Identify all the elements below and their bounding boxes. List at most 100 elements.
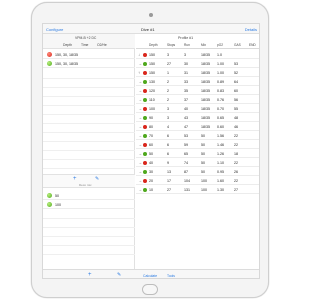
- plan-text: 150, 30, 18/35: [55, 52, 78, 57]
- divider: [43, 245, 135, 246]
- profile-row: → 60 6 59 50 1.46 22: [136, 140, 259, 149]
- delete-icon[interactable]: [47, 52, 52, 57]
- cell-run: 87: [184, 169, 188, 174]
- edit-icon[interactable]: ✎: [117, 272, 121, 278]
- direction-arrow-icon: →: [138, 178, 142, 184]
- divider: [43, 78, 135, 79]
- profile-row: → 50 6 65 50 1.26 18: [136, 149, 259, 158]
- cell-mix: 18/35: [201, 97, 210, 102]
- gas-text: 100: [55, 202, 61, 207]
- calculate-button[interactable]: Calculate: [143, 274, 157, 278]
- gas-column-header: O2/He: [97, 43, 107, 47]
- cell-mix: 18/35: [201, 70, 210, 75]
- cell-gas: 60: [234, 88, 238, 93]
- direction-arrow-icon: →: [138, 115, 142, 121]
- gas-toolbar: + ✎ Deco mix: [43, 174, 135, 188]
- cell-gas: 48: [234, 115, 238, 120]
- profile-row: → 80 4 47 18/35 0.60 46: [136, 122, 259, 131]
- cell-mix: 50: [201, 133, 205, 138]
- profile-row: → 40 9 74 50 1.10 22: [136, 158, 259, 167]
- status-dot-icon: [143, 70, 147, 75]
- tools-button[interactable]: Tools: [167, 274, 175, 278]
- plus-icon[interactable]: +: [73, 176, 77, 182]
- column-header: Stops: [167, 43, 176, 47]
- gas-icon[interactable]: [47, 193, 52, 198]
- cell-mix: 100: [201, 178, 207, 183]
- cell-gas: 22: [234, 142, 238, 147]
- cell-mix: 18/35: [201, 79, 210, 84]
- direction-arrow-icon: ↓: [138, 52, 140, 58]
- plan-row[interactable]: 150, 30, 18/35: [43, 50, 135, 59]
- divider: [43, 123, 135, 124]
- cell-depth: 150: [149, 70, 155, 75]
- cell-mix: 18/35: [201, 61, 210, 66]
- cell-mix: 50: [201, 151, 205, 156]
- cell-po2: 1.60: [217, 178, 224, 183]
- cell-run: 53: [184, 133, 188, 138]
- cell-po2: 1.46: [217, 142, 224, 147]
- cell-mix: 50: [201, 142, 205, 147]
- cell-stops: 4: [167, 124, 169, 129]
- profile-row: → 100 3 40 18/35 0.70 55: [136, 104, 259, 113]
- cell-po2: 0.76: [217, 97, 224, 102]
- cell-stops: 6: [167, 142, 169, 147]
- cell-mix: 100: [201, 187, 207, 192]
- plan-text: 150, 30, 18/35: [55, 61, 78, 66]
- cell-run: 3: [184, 52, 186, 57]
- divider: [43, 150, 135, 151]
- cell-po2: 1.30: [217, 187, 224, 192]
- cell-gas: 53: [234, 61, 238, 66]
- status-dot-icon: [143, 97, 147, 102]
- cell-stops: 3: [167, 106, 169, 111]
- cell-run: 40: [184, 106, 188, 111]
- gas-row[interactable]: 50: [43, 191, 135, 200]
- status-dot-icon: [143, 187, 147, 192]
- profile-row: → 130 2 33 18/35 0.89 64: [136, 77, 259, 86]
- direction-arrow-icon: →: [138, 142, 142, 148]
- details-button[interactable]: Details: [245, 27, 257, 32]
- profile-row: ↑ 150 1 31 18/35 1.00 52: [136, 68, 259, 77]
- profile-row: → 20 17 104 100 1.60 22: [136, 176, 259, 185]
- profile-row: ↓ 150 3 3 18/35 1.0: [136, 50, 259, 59]
- cell-stops: 6: [167, 151, 169, 156]
- cell-stops: 2: [167, 79, 169, 84]
- cell-run: 47: [184, 124, 188, 129]
- profile-row: → 70 6 53 50 1.56 22: [136, 131, 259, 140]
- divider: [43, 218, 135, 219]
- cell-depth: 50: [149, 151, 153, 156]
- gas-row[interactable]: 100: [43, 200, 135, 209]
- cell-mix: 18/35: [201, 52, 210, 57]
- cell-gas: 55: [234, 106, 238, 111]
- plan-row[interactable]: 150, 30, 18/35: [43, 59, 135, 68]
- profile-pane: Profile #1 Depth Stops Run Mix pO2 GAS E…: [136, 34, 259, 269]
- status-dot-icon: [143, 88, 147, 93]
- configure-button[interactable]: Configure: [46, 27, 63, 32]
- cell-depth: 150: [149, 52, 155, 57]
- cell-po2: 0.89: [217, 79, 224, 84]
- front-camera: [149, 13, 153, 17]
- status-dot-icon: [143, 52, 147, 57]
- status-dot-icon: [143, 106, 147, 111]
- status-dot-icon: [143, 151, 147, 156]
- cell-po2: 1.26: [217, 151, 224, 156]
- add-plan-button[interactable]: +: [88, 272, 92, 278]
- cell-gas: 46: [234, 124, 238, 129]
- cell-gas: 56: [234, 97, 238, 102]
- edit-icon[interactable]: ✎: [95, 176, 99, 182]
- cell-po2: 0.70: [217, 106, 224, 111]
- cell-po2: 1.0: [217, 52, 222, 57]
- cell-gas: 64: [234, 79, 238, 84]
- divider: [43, 168, 135, 169]
- cell-mix: 50: [201, 169, 205, 174]
- home-button[interactable]: [142, 284, 158, 295]
- gas-icon[interactable]: [47, 202, 52, 207]
- cell-po2: 0.95: [217, 169, 224, 174]
- cell-depth: 130: [149, 79, 155, 84]
- add-icon[interactable]: [47, 61, 52, 66]
- cell-po2: 1.00: [217, 70, 224, 75]
- divider: [43, 254, 135, 255]
- cell-depth: 110: [149, 97, 155, 102]
- cell-stops: 3: [167, 52, 169, 57]
- cell-run: 65: [184, 151, 188, 156]
- column-header: Mix: [201, 43, 206, 47]
